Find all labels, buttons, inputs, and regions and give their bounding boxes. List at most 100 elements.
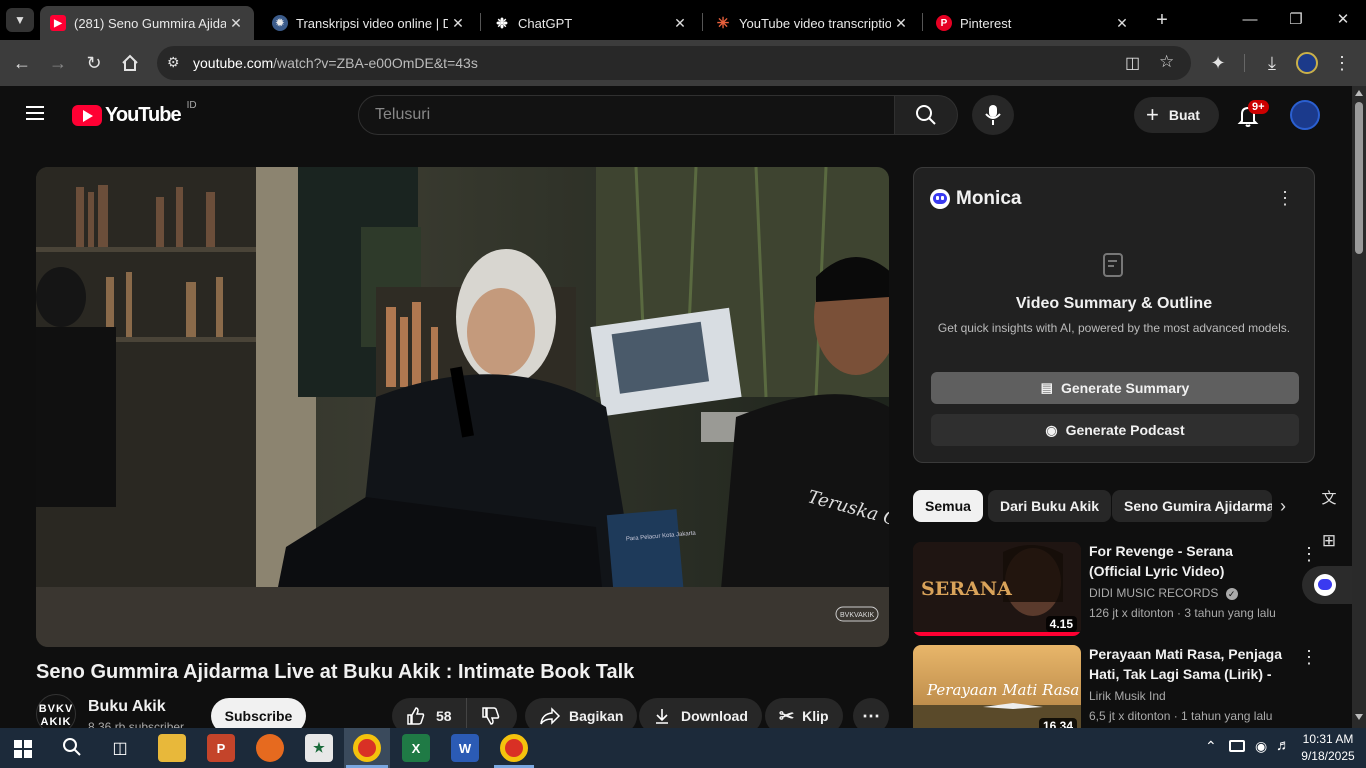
monica-menu-icon[interactable]: ⋮ (1276, 188, 1294, 209)
create-label: Buat (1168, 107, 1200, 123)
podcast-icon: ◉ (1045, 421, 1058, 438)
monica-face-icon (1314, 574, 1336, 596)
thumbnail-text: SERANA (921, 578, 1012, 600)
profile-avatar[interactable] (1296, 52, 1318, 74)
video-title: Seno Gummira Ajidarma Live at Buku Akik … (36, 661, 635, 683)
browser-menu-icon[interactable]: ⋮ (1330, 51, 1354, 75)
chip-seno-gumira-ajidarma[interactable]: Seno Gumira Ajidarma (1112, 490, 1272, 522)
youtube-header: YouTube ID + Buat 9+ (0, 86, 1352, 142)
firefox-icon[interactable] (256, 734, 284, 762)
scroll-down-arrow-icon[interactable] (1355, 714, 1363, 720)
taskbar-search-icon[interactable] (62, 737, 84, 759)
close-tab-icon[interactable]: ✕ (1114, 15, 1130, 32)
hamburger-menu-icon[interactable] (24, 104, 48, 124)
search-input[interactable] (359, 96, 894, 134)
voice-search-button[interactable] (972, 95, 1014, 135)
page-scrollbar[interactable] (1352, 86, 1366, 728)
youtube-logo[interactable]: YouTube ID (72, 100, 197, 127)
wifi-icon[interactable]: ◉ (1255, 738, 1267, 755)
channel-name[interactable]: Buku Akik (88, 698, 166, 716)
chrome-icon[interactable] (353, 734, 381, 762)
tab-title: ChatGPT (518, 15, 573, 31)
search-box (358, 95, 895, 135)
maximize-window-button[interactable]: ❐ (1281, 8, 1311, 32)
close-tab-icon[interactable]: ✕ (450, 15, 466, 32)
download-icon[interactable]: ⤓ (1260, 51, 1284, 75)
tab-search-button[interactable]: ▼ (6, 8, 34, 32)
close-tab-icon[interactable]: ✕ (893, 15, 909, 32)
battery-icon[interactable] (1229, 740, 1245, 752)
recommendation-thumbnail[interactable]: SERANA 4.15 (913, 542, 1081, 636)
bookmark-star-icon[interactable]: ☆ (1159, 52, 1174, 72)
tab-separator (480, 13, 481, 31)
tab-title: (281) Seno Gummira Ajidarma (74, 15, 226, 31)
site-info-icon[interactable]: ⚙ (167, 54, 180, 71)
create-button[interactable]: + Buat (1134, 97, 1219, 133)
new-tab-button[interactable]: + (1150, 8, 1174, 32)
show-hidden-icons-chevron-icon[interactable]: ⌃ (1205, 738, 1217, 755)
monica-logo-icon (930, 189, 950, 209)
microphone-icon (985, 105, 1001, 125)
install-app-icon[interactable]: ◫ (1125, 53, 1140, 73)
recommendation-title[interactable]: Perayaan Mati Rasa, Penjaga Hati, Tak La… (1089, 644, 1285, 684)
tab-title: YouTube video transcription (739, 15, 891, 31)
file-explorer-icon[interactable] (158, 734, 186, 762)
browser-tab-youtube[interactable]: ▶ (281) Seno Gummira Ajidarma ✕ (40, 6, 254, 40)
scrollbar-thumb[interactable] (1355, 102, 1363, 254)
chip-semua[interactable]: Semua (913, 490, 983, 522)
windows-start-icon[interactable] (14, 740, 32, 758)
extensions-puzzle-icon[interactable]: ✦ (1206, 51, 1230, 75)
scroll-up-arrow-icon[interactable] (1355, 90, 1363, 96)
translate-widget-icon[interactable]: 文 (1316, 486, 1342, 512)
thumbnail-text: Perayaan Mati Rasa (926, 681, 1079, 699)
minimize-window-button[interactable]: — (1235, 8, 1265, 32)
search-button[interactable] (894, 95, 958, 135)
recommendation-channel[interactable]: DIDI MUSIC RECORDS ✓ (1089, 586, 1238, 600)
video-player[interactable]: Para Pelacur Kota Jakarta Teruska Oranja… (36, 167, 889, 647)
task-view-icon[interactable]: ◫ (110, 738, 130, 758)
monica-floating-button[interactable] (1302, 566, 1352, 604)
notification-badge: 9+ (1248, 100, 1269, 114)
recommendation-meta: 126 jt x ditonton · 3 tahun yang lalu (1089, 606, 1276, 620)
tab-separator (922, 13, 923, 31)
youtube-wordmark: YouTube (105, 103, 182, 126)
apps-widget-icon[interactable]: ⊞ (1316, 528, 1342, 554)
browser-tab-chatgpt[interactable]: ❉ ChatGPT ✕ (484, 6, 698, 40)
browser-tab-transkripsi[interactable]: ✹ Transkripsi video online | Des ✕ (262, 6, 476, 40)
powerpoint-icon[interactable]: P (207, 734, 235, 762)
recommendation-channel[interactable]: Lirik Musik Ind (1089, 689, 1166, 703)
recommendation-menu-icon[interactable]: ⋮ (1300, 647, 1318, 668)
generate-summary-label: Generate Summary (1060, 380, 1190, 396)
home-icon[interactable] (118, 51, 142, 75)
close-window-button[interactable]: ✕ (1328, 8, 1358, 32)
excel-icon[interactable]: X (402, 734, 430, 762)
notifications-button[interactable]: 9+ (1234, 100, 1269, 130)
chip-dari-buku-akik[interactable]: Dari Buku Akik (988, 490, 1112, 522)
chips-next-chevron-icon[interactable]: › (1280, 496, 1286, 517)
url-text: youtube.com/watch?v=ZBA-e00OmDE&t=43s (193, 55, 478, 71)
generate-summary-button[interactable]: ▤ Generate Summary (931, 372, 1299, 404)
transcription-favicon-icon: ✹ (272, 15, 288, 31)
generate-podcast-button[interactable]: ◉ Generate Podcast (931, 414, 1299, 446)
browser-tab-pinterest[interactable]: P Pinterest ✕ (926, 6, 1140, 40)
video-duration: 16.34 (1038, 718, 1077, 728)
reload-icon[interactable]: ↻ (82, 51, 106, 75)
forward-arrow-icon[interactable]: → (46, 51, 70, 75)
close-tab-icon[interactable]: ✕ (672, 15, 688, 32)
chrome-profile-icon[interactable] (500, 734, 528, 762)
account-avatar[interactable] (1290, 100, 1320, 130)
address-bar[interactable]: ⚙ youtube.com/watch?v=ZBA-e00OmDE&t=43s … (157, 46, 1191, 80)
browser-tab-transcription[interactable]: ✳ YouTube video transcription ✕ (705, 6, 919, 40)
back-arrow-icon[interactable]: ← (10, 51, 34, 75)
recommendation-title[interactable]: For Revenge - Serana (Official Lyric Vid… (1089, 541, 1285, 581)
monica-subtitle: Get quick insights with AI, powered by t… (937, 321, 1291, 335)
word-icon[interactable]: W (451, 734, 479, 762)
clock-date[interactable]: 9/18/2025 (1300, 749, 1356, 763)
close-tab-icon[interactable]: ✕ (228, 15, 244, 32)
clock-time[interactable]: 10:31 AM (1300, 732, 1356, 746)
recommendation-meta: 6,5 jt x ditonton · 1 tahun yang lalu (1089, 709, 1273, 723)
url-domain: youtube.com (193, 55, 274, 71)
sticky-app-icon[interactable]: ★ (305, 734, 333, 762)
volume-icon[interactable]: ♬ (1276, 737, 1291, 754)
recommendation-thumbnail[interactable]: Perayaan Mati Rasa 16.34 (913, 645, 1081, 728)
